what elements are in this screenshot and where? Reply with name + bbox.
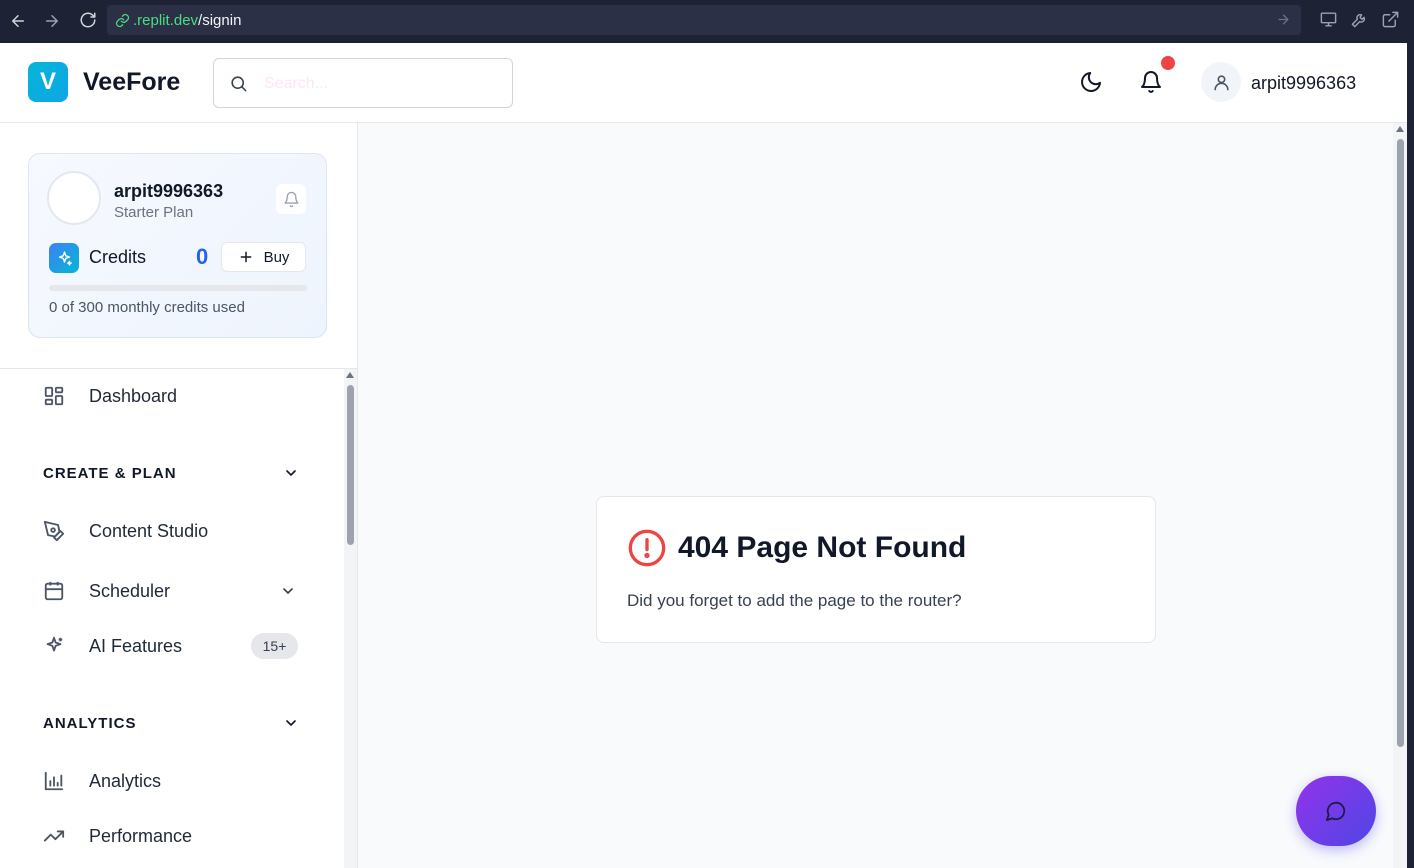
- sidebar-item-analytics[interactable]: Analytics: [0, 759, 344, 803]
- main-scrollbar[interactable]: [1393, 123, 1407, 868]
- calendar-icon: [44, 581, 64, 601]
- credits-label: Credits: [89, 247, 147, 267]
- buy-credits-button[interactable]: Buy: [221, 242, 306, 272]
- external-link-icon[interactable]: [1381, 10, 1400, 29]
- user-icon: [1213, 74, 1229, 90]
- chevron-down-icon[interactable]: [280, 583, 296, 599]
- app-header: V VeeFore arpit9996363: [0, 43, 1407, 123]
- credits-progress-bar: [49, 285, 307, 291]
- bar-chart-icon: [44, 771, 64, 791]
- user-avatar[interactable]: [1201, 62, 1241, 102]
- sidebar-item-label: Dashboard: [89, 385, 178, 406]
- section-analytics[interactable]: ANALYTICS: [0, 708, 344, 738]
- chevron-down-icon: [286, 720, 296, 727]
- reload-icon[interactable]: [73, 5, 103, 35]
- error-message: Did you forget to add the page to the ro…: [627, 591, 962, 610]
- search-icon: [231, 76, 247, 92]
- trending-up-icon: [43, 830, 65, 842]
- browser-toolbar: .replit.dev/signin: [0, 0, 1414, 43]
- plus-icon: [240, 251, 251, 263]
- link-icon: [115, 13, 130, 27]
- sidebar-scrollbar[interactable]: [344, 369, 357, 868]
- section-label: CREATE & PLAN: [43, 464, 177, 482]
- monitor-icon[interactable]: [1319, 10, 1338, 29]
- chat-button[interactable]: [1296, 776, 1376, 846]
- sidebar-item-content-studio[interactable]: Content Studio: [0, 509, 344, 553]
- sidebar-item-label: Content Studio: [89, 520, 209, 541]
- chevron-down-icon: [286, 470, 296, 477]
- profile-name: arpit9996363: [114, 181, 224, 201]
- window-edge: [1407, 43, 1414, 868]
- go-arrow-icon[interactable]: [1276, 12, 1291, 27]
- wrench-icon[interactable]: [1350, 10, 1369, 29]
- browser-actions: [1319, 10, 1400, 29]
- sidebar-item-scheduler[interactable]: Scheduler: [0, 569, 344, 613]
- profile-card: arpit9996363 Starter Plan Credits 0 Buy …: [28, 153, 327, 338]
- address-bar[interactable]: .replit.dev/signin: [107, 5, 1301, 35]
- section-create-plan[interactable]: CREATE & PLAN: [0, 458, 344, 488]
- sidebar-item-dashboard[interactable]: Dashboard: [0, 374, 344, 418]
- credits-value: 0: [196, 244, 209, 269]
- profile-bell-button[interactable]: [276, 184, 306, 214]
- app-name[interactable]: VeeFore: [83, 68, 180, 97]
- sidebar-item-label: AI Features: [89, 635, 183, 656]
- header-username[interactable]: arpit9996363: [1251, 73, 1356, 94]
- avatar[interactable]: [47, 171, 101, 225]
- sidebar: arpit9996363 Starter Plan Credits 0 Buy …: [0, 123, 358, 868]
- search-box[interactable]: [213, 58, 513, 108]
- grid-icon: [44, 386, 64, 406]
- section-label: ANALYTICS: [43, 714, 137, 732]
- sidebar-item-performance[interactable]: Performance: [0, 814, 344, 858]
- sidebar-scroll-thumb[interactable]: [347, 385, 354, 545]
- sidebar-item-ai-features[interactable]: AI Features 15+: [0, 624, 344, 668]
- bell-icon: [283, 191, 299, 207]
- main-scroll-thumb[interactable]: [1397, 139, 1404, 747]
- scroll-up-arrow[interactable]: [1396, 126, 1404, 132]
- sparkles-icon: [46, 636, 63, 652]
- search-input[interactable]: [264, 71, 494, 97]
- sidebar-nav: Dashboard CREATE & PLAN Content Studio S…: [0, 369, 344, 868]
- sidebar-item-label: Scheduler: [89, 580, 171, 601]
- forward-icon[interactable]: [37, 6, 67, 36]
- error-card: 404 Page Not Found Did you forget to add…: [596, 496, 1156, 643]
- notification-dot: [1161, 56, 1175, 70]
- alert-circle-icon: [628, 529, 666, 567]
- sidebar-item-label: Analytics: [89, 770, 162, 791]
- url-domain: .replit.dev: [133, 11, 199, 29]
- app-logo[interactable]: V: [28, 62, 68, 102]
- profile-plan: Starter Plan: [114, 204, 194, 221]
- url-path: /signin: [198, 11, 242, 29]
- moon-icon[interactable]: [1079, 70, 1103, 94]
- sparkles-icon: [49, 243, 79, 273]
- count-badge: 15+: [251, 633, 298, 659]
- page-title: 404 Page Not Found: [678, 531, 967, 564]
- pen-tool-icon: [43, 520, 65, 542]
- scroll-up-arrow[interactable]: [346, 372, 354, 378]
- buy-label: Buy: [263, 248, 290, 266]
- credits-used-text: 0 of 300 monthly credits used: [49, 299, 245, 316]
- bell-icon[interactable]: [1139, 70, 1163, 94]
- back-icon[interactable]: [3, 6, 33, 36]
- sidebar-item-label: Performance: [89, 825, 193, 846]
- chat-icon: [1325, 801, 1346, 822]
